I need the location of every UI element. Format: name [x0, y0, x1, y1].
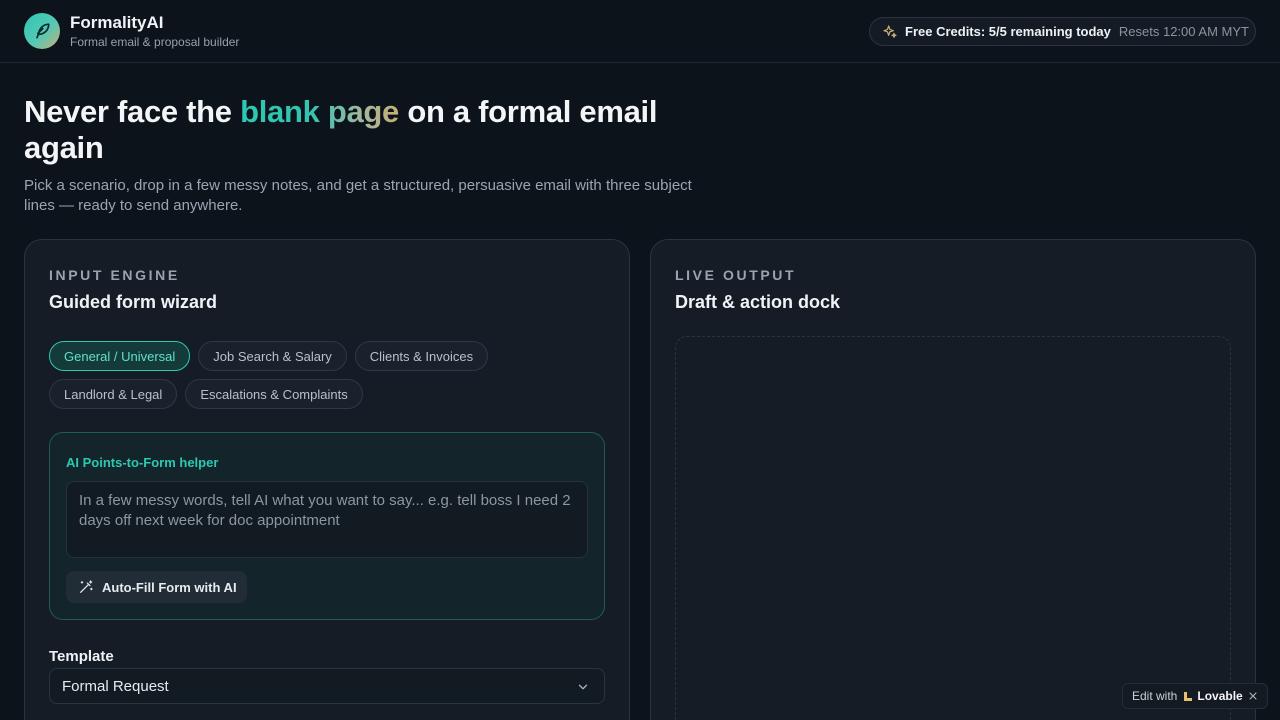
chip-landlord-legal[interactable]: Landlord & Legal [49, 379, 178, 409]
top-bar: FormalityAI Formal email & proposal buil… [0, 0, 1280, 63]
draft-output-area [675, 336, 1231, 720]
template-selected-value: Formal Request [62, 677, 169, 695]
input-engine-panel: INPUT ENGINE Guided form wizard General … [24, 239, 630, 720]
hero-title-highlight: blank page [240, 94, 399, 129]
chip-escalations-complaints[interactable]: Escalations & Complaints [185, 379, 363, 409]
chip-general-universal[interactable]: General / Universal [49, 341, 191, 371]
output-panel-title: Draft & action dock [675, 292, 841, 312]
output-eyebrow: LIVE OUTPUT [675, 267, 797, 283]
brand-name: FormalityAI [70, 13, 164, 32]
live-output-panel: LIVE OUTPUT Draft & action dock [650, 239, 1256, 720]
ai-helper-label: AI Points-to-Form helper [66, 455, 219, 470]
hero-title: Never face the blank page on a formal em… [24, 94, 724, 166]
input-panel-title: Guided form wizard [49, 292, 218, 312]
brand-tagline: Formal email & proposal builder [70, 35, 240, 49]
logo[interactable] [24, 13, 60, 49]
hero-title-pre: Never face the [24, 94, 241, 129]
template-select[interactable]: Formal Request [49, 668, 605, 704]
input-eyebrow: INPUT ENGINE [49, 267, 180, 283]
scenario-chips: General / Universal Job Search & Salary … [49, 341, 609, 409]
credits-label: Free Credits: 5/5 remaining today [905, 24, 1111, 39]
hero-subtitle: Pick a scenario, drop in a few messy not… [24, 177, 692, 214]
lovable-prefix: Edit with [1132, 689, 1178, 703]
auto-fill-button[interactable]: Auto-Fill Form with AI [66, 571, 247, 603]
ai-helper-box: AI Points-to-Form helper Auto-Fill Form … [49, 432, 605, 620]
lovable-brand: Lovable [1197, 689, 1243, 703]
credits-reset: Resets 12:00 AM MYT [1118, 24, 1249, 39]
ai-notes-input[interactable] [66, 481, 588, 558]
close-icon[interactable] [1247, 690, 1259, 702]
template-label: Template [49, 648, 114, 665]
sparkles-icon [882, 24, 898, 40]
chip-job-search-salary[interactable]: Job Search & Salary [198, 341, 347, 371]
credits-badge: Free Credits: 5/5 remaining today Resets… [869, 17, 1256, 46]
feather-pen-icon [32, 21, 52, 41]
chip-clients-invoices[interactable]: Clients & Invoices [354, 341, 489, 371]
edit-with-lovable-badge[interactable]: Edit with Lovable [1122, 683, 1268, 709]
magic-wand-icon [78, 579, 94, 595]
lovable-logo-icon [1183, 691, 1193, 702]
chevron-down-icon [576, 680, 590, 694]
auto-fill-label: Auto-Fill Form with AI [102, 579, 237, 595]
